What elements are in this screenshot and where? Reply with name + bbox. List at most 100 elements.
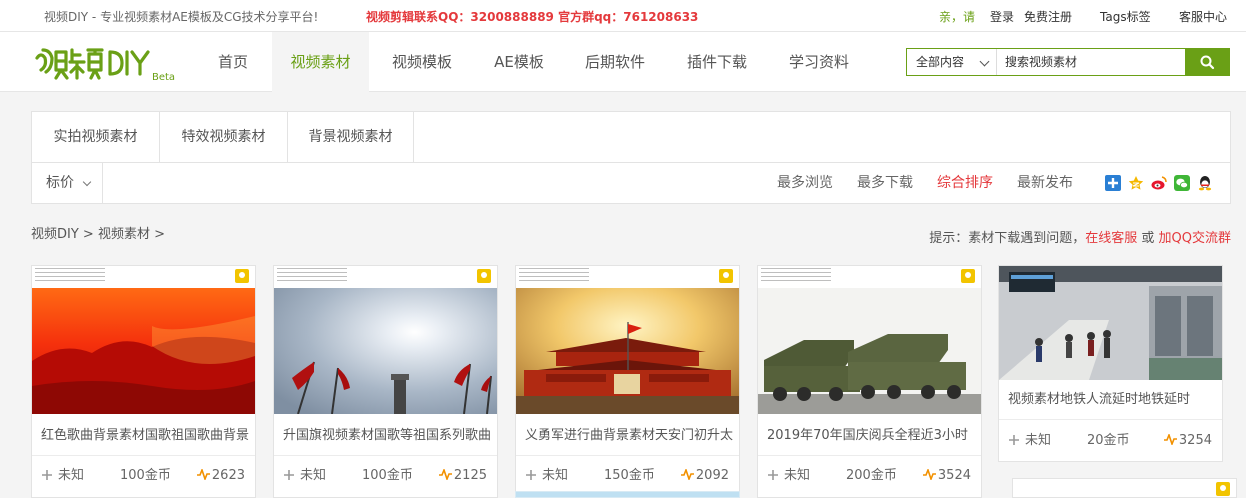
sort-newest[interactable]: 最新发布 <box>1017 163 1073 204</box>
site-logo[interactable]: Beta <box>34 42 184 83</box>
card-meta: 未知 20金币 3254 <box>999 424 1222 458</box>
badge-icon <box>477 269 491 283</box>
main-header: Beta 首页 视频素材 视频模板 AE模板 后期软件 插件下载 学习资料 全部… <box>0 32 1246 92</box>
wechat-icon[interactable] <box>1174 175 1190 191</box>
card-price: 200金币 <box>846 468 897 483</box>
card-title[interactable]: 2019年70年国庆阅兵全程近3小时 <box>758 416 981 456</box>
resolution-icon <box>1009 435 1019 445</box>
card-price: 100金币 <box>362 468 413 483</box>
service-center-link[interactable]: 客服中心 <box>1179 8 1227 25</box>
card-views: 2623 <box>196 459 245 493</box>
price-filter-label: 标价 <box>46 175 74 191</box>
card-thumbnail[interactable] <box>32 266 255 414</box>
card-views: 3254 <box>1163 424 1212 458</box>
card-title[interactable]: 升国旗视频素材国歌等祖国系列歌曲 <box>274 416 497 456</box>
sort-comprehensive[interactable]: 综合排序 <box>937 163 993 204</box>
badge-icon <box>1216 482 1230 496</box>
views-pulse-icon <box>680 469 694 480</box>
search-button[interactable] <box>1185 48 1230 76</box>
card-views: 2092 <box>680 459 729 493</box>
video-card[interactable]: 2019年70年国庆阅兵全程近3小时 未知 200金币 3524 <box>757 265 982 498</box>
nav-learning[interactable]: 学习资料 <box>776 32 862 92</box>
badge-icon <box>235 269 249 283</box>
video-card[interactable]: 升国旗视频素材国歌等祖国系列歌曲 未知 100金币 2125 <box>273 265 498 498</box>
filter-panel: 实拍视频素材 特效视频素材 背景视频素材 标价 最多浏览 最多下载 综合排序 最… <box>31 111 1231 204</box>
card-views: 3524 <box>922 459 971 493</box>
card-meta: 未知 100金币 2125 <box>274 459 497 493</box>
card-resolution: 未知 <box>526 459 568 493</box>
card-price: 150金币 <box>604 468 655 483</box>
card-resolution: 未知 <box>1009 424 1051 458</box>
search-input[interactable] <box>997 49 1186 75</box>
price-filter-dropdown[interactable]: 标价 <box>32 163 103 204</box>
card-price: 20金币 <box>1087 433 1130 448</box>
card-meta: 未知 200金币 3524 <box>758 459 981 493</box>
help-tip-or: 或 <box>1137 231 1159 246</box>
video-card[interactable]: 义勇军进行曲背景素材天安门初升太 未知 150金币 2092 <box>515 265 740 498</box>
card-thumbnail[interactable] <box>758 266 981 414</box>
resolution-icon <box>284 470 294 480</box>
nav-plugin-download[interactable]: 插件下载 <box>675 32 759 92</box>
card-resolution: 未知 <box>768 459 810 493</box>
qzone-icon[interactable] <box>1128 175 1144 191</box>
sort-bar: 标价 最多浏览 最多下载 综合排序 最新发布 <box>32 162 1230 204</box>
card-meta: 未知 100金币 2623 <box>32 459 255 493</box>
online-service-link[interactable]: 在线客服 <box>1085 231 1137 246</box>
nav-post-software[interactable]: 后期软件 <box>573 32 657 92</box>
views-pulse-icon <box>922 469 936 480</box>
resolution-icon <box>42 470 52 480</box>
resolution-icon <box>768 470 778 480</box>
card-views: 2125 <box>438 459 487 493</box>
help-tip: 提示：素材下载遇到问题，在线客服 或 加QQ交流群 <box>929 227 1231 246</box>
video-card[interactable]: 视频素材地铁人流延时地铁延时 未知 20金币 3254 <box>998 265 1223 462</box>
card-price: 100金币 <box>120 468 171 483</box>
card-title[interactable]: 红色歌曲背景素材国歌祖国歌曲背景 <box>32 416 255 456</box>
thumb-caption <box>277 268 347 282</box>
video-card[interactable]: 红色歌曲背景素材国歌祖国歌曲背景 未知 100金币 2623 <box>31 265 256 498</box>
video-card-partial[interactable] <box>515 491 740 498</box>
chevron-down-icon <box>82 177 92 187</box>
qq-group-link[interactable]: 加QQ交流群 <box>1159 231 1231 246</box>
login-link[interactable]: 登录 <box>990 8 1014 25</box>
logo-beta: Beta <box>152 72 175 82</box>
nav-ae-templates[interactable]: AE模板 <box>480 32 558 92</box>
search-box: 全部内容 <box>906 48 1230 76</box>
nav-video-templates[interactable]: 视频模板 <box>380 32 464 92</box>
search-icon <box>1200 55 1215 70</box>
category-background-footage[interactable]: 背景视频素材 <box>288 112 414 162</box>
views-pulse-icon <box>1163 434 1177 445</box>
top-bar: 视频DIY - 专业视频素材AE模板及CG技术分享平台! 视频剪辑联系QQ：32… <box>0 0 1246 32</box>
views-pulse-icon <box>438 469 452 480</box>
card-resolution: 未知 <box>42 459 84 493</box>
tags-link[interactable]: Tags标签 <box>1100 8 1151 25</box>
help-tip-text: 提示：素材下载遇到问题， <box>929 231 1086 246</box>
nav-home[interactable]: 首页 <box>204 32 262 92</box>
card-resolution: 未知 <box>284 459 326 493</box>
plus-share-icon[interactable] <box>1105 175 1121 191</box>
contact-info: 视频剪辑联系QQ：3200888889 官方群qq：761208633 <box>366 10 699 24</box>
category-live-footage[interactable]: 实拍视频素材 <box>32 112 160 162</box>
video-card-partial[interactable] <box>1012 478 1237 498</box>
register-link[interactable]: 免费注册 <box>1024 8 1072 25</box>
breadcrumb[interactable]: 视频DIY > 视频素材 > <box>31 223 165 242</box>
card-thumbnail[interactable] <box>274 266 497 414</box>
thumb-caption <box>519 268 589 282</box>
views-pulse-icon <box>196 469 210 480</box>
nav-video-footage[interactable]: 视频素材 <box>272 32 369 92</box>
card-thumbnail[interactable] <box>516 266 739 414</box>
card-title[interactable]: 视频素材地铁人流延时地铁延时 <box>999 380 1222 420</box>
thumb-caption <box>761 268 831 282</box>
card-thumbnail[interactable] <box>999 266 1222 380</box>
weibo-icon[interactable] <box>1151 175 1167 191</box>
card-meta: 未知 150金币 2092 <box>516 459 739 493</box>
resolution-icon <box>526 470 536 480</box>
sort-most-downloaded[interactable]: 最多下载 <box>857 163 913 204</box>
badge-icon <box>961 269 975 283</box>
card-title[interactable]: 义勇军进行曲背景素材天安门初升太 <box>516 416 739 456</box>
sort-most-viewed[interactable]: 最多浏览 <box>777 163 833 204</box>
category-vfx-footage[interactable]: 特效视频素材 <box>160 112 288 162</box>
badge-icon <box>719 269 733 283</box>
qq-icon[interactable] <box>1197 175 1213 191</box>
chevron-down-icon <box>979 56 990 67</box>
search-scope-select[interactable]: 全部内容 <box>907 49 997 75</box>
